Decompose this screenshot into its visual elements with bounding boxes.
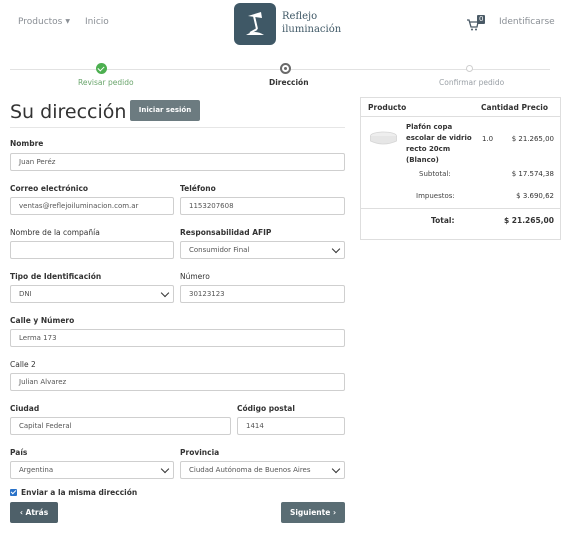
atras-button[interactable]: ‹ Atrás	[10, 502, 58, 523]
correo-label: Correo electrónico	[10, 184, 89, 193]
ciudad-input[interactable]: Capital Federal	[10, 417, 231, 435]
tipo-id-select[interactable]: DNI	[10, 285, 174, 303]
logo-line1: Reflejo	[282, 11, 318, 22]
nombre-label: Nombre	[10, 139, 44, 148]
identificarse-link[interactable]: Identificarse	[499, 17, 555, 27]
total-label: Total:	[431, 216, 455, 225]
tipo-id-label: Tipo de Identificación	[10, 272, 102, 281]
compania-input[interactable]	[10, 241, 174, 259]
summary-header: Producto Cantidad Precio	[361, 98, 560, 117]
pais-select[interactable]: Argentina	[10, 461, 174, 479]
subtotal-label: Subtotal:	[419, 170, 451, 178]
nav-productos-label: Productos	[18, 17, 63, 27]
impuestos-label: Impuestos:	[416, 192, 455, 200]
page-title: Su dirección o	[10, 101, 141, 123]
cart-count-badge: 0	[477, 15, 486, 24]
calle2-label: Calle 2	[10, 360, 36, 369]
calle-input[interactable]: Lerma 173	[10, 329, 345, 347]
calle-label: Calle y Número	[10, 316, 75, 325]
pais-label: País	[10, 448, 28, 457]
cp-input[interactable]: 1414	[237, 417, 345, 435]
siguiente-button-label: Siguiente	[289, 508, 331, 517]
chevron-right-icon: ›	[332, 508, 337, 517]
logo-text[interactable]: Reflejo iluminación	[282, 10, 341, 36]
numero-input[interactable]: 30123123	[180, 285, 345, 303]
afip-select[interactable]: Consumidor Final	[180, 241, 345, 259]
correo-input[interactable]: ventas@reflejoiluminacion.com.ar	[10, 197, 174, 215]
tipo-id-select-value: DNI	[19, 290, 32, 298]
afip-select-value: Consumidor Final	[189, 246, 250, 254]
chevron-down-icon	[331, 244, 341, 254]
total-value: $ 21.265,00	[503, 216, 554, 225]
nav-inicio-link[interactable]: Inicio	[85, 17, 109, 27]
subtotal-value: $ 17.574,38	[511, 170, 554, 178]
chevron-down-icon	[331, 464, 341, 474]
atras-button-label: Atrás	[25, 508, 49, 517]
step-done-check-icon	[96, 63, 107, 74]
misma-direccion-checkbox[interactable]	[10, 489, 17, 496]
summary-divider	[361, 208, 560, 209]
order-summary: Producto Cantidad Precio Plafón copa esc…	[360, 97, 561, 240]
divider	[10, 127, 345, 128]
numero-label: Número	[180, 272, 210, 281]
impuestos-value: $ 3.690,62	[516, 192, 554, 200]
step-current-dot	[280, 63, 291, 74]
page-title-text: Su dirección	[10, 101, 127, 123]
nav-productos-menu[interactable]: Productos ▼	[18, 17, 70, 27]
step-direccion-label: Dirección	[269, 78, 309, 87]
step-future-dot	[466, 65, 473, 72]
provincia-label: Provincia	[180, 448, 220, 457]
chevron-down-icon	[160, 288, 170, 298]
provincia-select[interactable]: Ciudad Autónoma de Buenos Aires	[180, 461, 345, 479]
calle2-input[interactable]: Julian Alvarez	[10, 373, 345, 391]
misma-direccion-label[interactable]: Enviar a la misma dirección	[21, 488, 137, 497]
caret-down-icon: ▼	[65, 18, 70, 25]
col-cantidad: Cantidad	[481, 103, 519, 112]
siguiente-button[interactable]: Siguiente ›	[281, 502, 345, 523]
pais-select-value: Argentina	[19, 466, 54, 474]
nombre-input[interactable]: Juan Peréz	[10, 153, 345, 171]
product-price: $ 21.265,00	[511, 135, 554, 143]
step-revisar-label[interactable]: Revisar pedido	[78, 78, 134, 87]
col-precio: Precio	[521, 103, 548, 112]
cp-label: Código postal	[237, 404, 295, 413]
telefono-input[interactable]: 1153207608	[180, 197, 345, 215]
afip-label: Responsabilidad AFIP	[180, 228, 272, 237]
step-confirmar-label: Confirmar pedido	[439, 78, 505, 87]
product-qty: 1.0	[482, 135, 494, 143]
product-name[interactable]: Plafón copa escolar de vidrio recto 20cm…	[406, 122, 481, 166]
chevron-down-icon	[160, 464, 170, 474]
product-image	[369, 131, 398, 147]
provincia-select-value: Ciudad Autónoma de Buenos Aires	[189, 466, 311, 474]
header: Productos ▼ Inicio Reflejo iluminación 0 …	[0, 0, 567, 50]
ciudad-label: Ciudad	[10, 404, 40, 413]
compania-label: Nombre de la compañía	[10, 228, 100, 237]
login-button[interactable]: Iniciar sesión	[130, 100, 200, 121]
chevron-left-icon: ‹	[19, 508, 23, 517]
col-producto: Producto	[368, 103, 407, 112]
telefono-label: Teléfono	[180, 184, 216, 193]
logo-line2: iluminación	[282, 24, 342, 35]
logo-lamp-icon[interactable]	[234, 3, 276, 45]
